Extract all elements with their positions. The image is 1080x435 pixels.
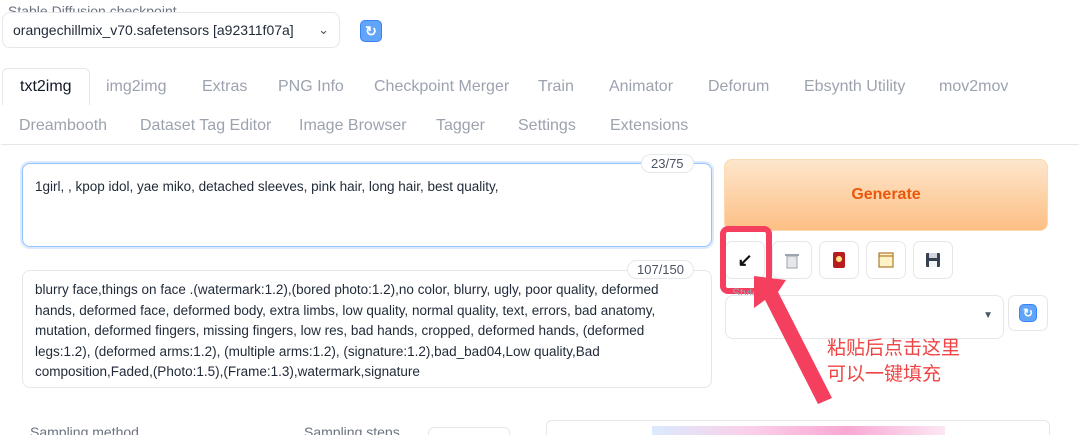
save-style-button[interactable] xyxy=(913,241,953,279)
prompt-input[interactable]: 1girl, , kpop idol, yae miko, detached s… xyxy=(22,163,712,247)
tab-img2img[interactable]: img2img xyxy=(106,78,166,96)
tab-tagger[interactable]: Tagger xyxy=(436,117,485,135)
tab-dataset-tag-editor[interactable]: Dataset Tag Editor xyxy=(140,117,271,135)
tab-dreambooth[interactable]: Dreambooth xyxy=(19,117,107,135)
sampling-steps-input[interactable] xyxy=(428,427,510,435)
annotation-line-1: 粘贴后点击这里 xyxy=(827,337,961,359)
tab-extensions[interactable]: Extensions xyxy=(610,117,688,135)
chevron-down-icon: ⌄ xyxy=(318,22,329,37)
red-card-icon xyxy=(833,252,845,268)
tab-txt2img[interactable]: txt2img xyxy=(2,68,90,105)
tab-extras[interactable]: Extras xyxy=(202,78,247,96)
annotation-line-2: 可以一键填充 xyxy=(827,363,942,385)
tab-mov2mov[interactable]: mov2mov xyxy=(939,78,1008,96)
generate-button[interactable]: Generate xyxy=(724,159,1048,231)
negative-token-counter: 107/150 xyxy=(627,260,694,279)
save-icon xyxy=(926,253,940,267)
tab-settings[interactable]: Settings xyxy=(518,117,576,135)
checkpoint-dropdown[interactable]: orangechillmix_v70.safetensors [a92311f0… xyxy=(2,12,340,48)
sampling-method-label: Sampling method xyxy=(30,424,139,435)
tab-image-browser[interactable]: Image Browser xyxy=(299,117,407,135)
tab-checkpoint-merger[interactable]: Checkpoint Merger xyxy=(374,78,509,96)
styles-refresh-button[interactable]: ↻ xyxy=(1008,295,1048,331)
checkpoint-refresh-button[interactable]: ↻ xyxy=(360,20,382,42)
tab-ebsynth-utility[interactable]: Ebsynth Utility xyxy=(804,78,905,96)
annotation-text: 粘贴后点击这里 可以一键填充 xyxy=(827,335,960,387)
checkpoint-value: orangechillmix_v70.safetensors [a92311f0… xyxy=(13,22,294,38)
apply-style-button[interactable] xyxy=(866,241,906,279)
negative-prompt-input[interactable]: blurry face,things on face .(watermark:1… xyxy=(22,270,712,388)
sampling-steps-label: Sampling steps xyxy=(304,424,400,435)
tab-train[interactable]: Train xyxy=(538,78,574,96)
output-image xyxy=(652,426,945,435)
clipboard-icon xyxy=(878,252,894,268)
caret-down-icon: ▼ xyxy=(983,310,993,321)
tab-png-info[interactable]: PNG Info xyxy=(278,78,344,96)
annotation-arrow xyxy=(754,276,832,404)
tab-deforum[interactable]: Deforum xyxy=(708,78,769,96)
refresh-icon: ↻ xyxy=(1019,304,1037,322)
prompt-token-counter: 23/75 xyxy=(641,154,694,173)
tab-animator[interactable]: Animator xyxy=(609,78,673,96)
trash-icon xyxy=(785,253,799,268)
